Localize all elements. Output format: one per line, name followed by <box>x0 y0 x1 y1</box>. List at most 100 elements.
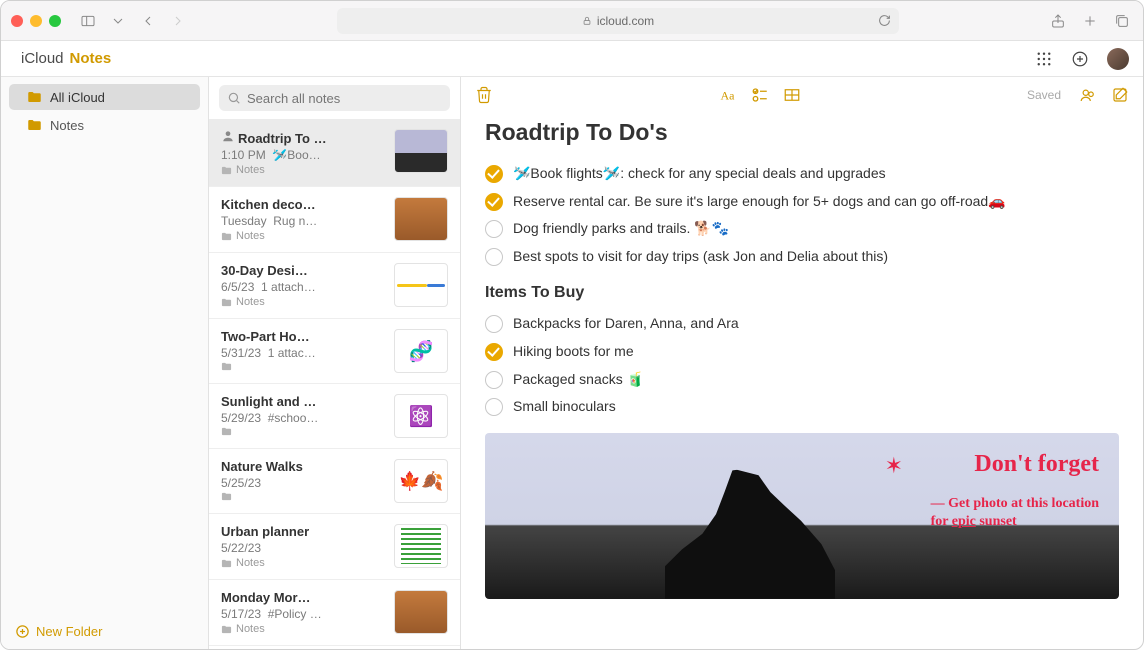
cyclist-silhouette <box>665 469 835 599</box>
close-window-button[interactable] <box>11 15 23 27</box>
note-list-item[interactable]: Urban planner5/22/23 Notes <box>209 514 460 580</box>
note-toolbar: Aa Saved <box>461 77 1143 113</box>
note-item-subtitle: 1:10 PM 🛩️Boo… <box>221 148 384 162</box>
checklist-text: Hiking boots for me <box>513 342 634 362</box>
trash-icon[interactable] <box>475 86 493 104</box>
new-folder-button[interactable]: New Folder <box>1 614 208 649</box>
share-icon[interactable] <box>1047 10 1069 32</box>
note-item-title: Roadtrip To … <box>221 129 384 146</box>
folder-all-icloud[interactable]: All iCloud <box>9 84 200 110</box>
search-input[interactable] <box>219 85 450 111</box>
note-thumbnail: ⚛️ <box>394 394 448 438</box>
app-brand[interactable]: iCloud Notes <box>15 50 111 67</box>
note-list-item[interactable]: Roadtrip To … 1:10 PM 🛩️Boo… Notes <box>209 119 460 187</box>
apps-grid-icon[interactable] <box>1035 50 1053 68</box>
note-item-folder: Notes <box>221 230 384 242</box>
note-list-item[interactable]: Monday Mor…5/17/23 #Policy …Notes <box>209 580 460 646</box>
format-icon[interactable]: Aa <box>719 86 737 104</box>
note-item-subtitle: 5/31/23 1 attac… <box>221 346 384 360</box>
folder-icon <box>221 232 232 241</box>
app-header: iCloud Notes <box>1 41 1143 77</box>
forward-button[interactable] <box>167 10 189 32</box>
note-item-title: 30-Day Desi… <box>221 263 384 278</box>
checklist-item[interactable]: 🛩️Book flights🛩️: check for any special … <box>485 160 1119 188</box>
checkbox[interactable] <box>485 371 503 389</box>
address-bar[interactable]: icloud.com <box>337 8 899 34</box>
brand-notes: Notes <box>70 50 112 67</box>
note-thumbnail <box>394 263 448 307</box>
note-item-title: Monday Mor… <box>221 590 384 605</box>
checklist-icon[interactable] <box>751 86 769 104</box>
note-attachment-image[interactable]: ✶ Don't forget — Get photo at this locat… <box>485 433 1119 599</box>
checklist-text: 🛩️Book flights🛩️: check for any special … <box>513 164 886 184</box>
note-item-subtitle: 5/17/23 #Policy … <box>221 607 384 621</box>
note-item-title: Kitchen deco… <box>221 197 384 212</box>
note-thumbnail <box>394 524 448 568</box>
checkbox[interactable] <box>485 220 503 238</box>
folder-icon <box>221 298 232 307</box>
note-item-folder <box>221 492 384 501</box>
note-item-folder: Notes <box>221 164 384 176</box>
note-item-subtitle: 5/22/23 <box>221 541 384 555</box>
checkbox[interactable] <box>485 343 503 361</box>
window-controls <box>11 15 61 27</box>
note-list-item[interactable]: 30-Day Desi…6/5/23 1 attach…Notes <box>209 253 460 319</box>
note-list-item[interactable]: Nature Walks5/25/23 🍁🍂 <box>209 449 460 514</box>
checklist-text: Backpacks for Daren, Anna, and Ara <box>513 314 739 334</box>
new-tab-icon[interactable] <box>1079 10 1101 32</box>
checklist-text: Packaged snacks 🧃 <box>513 370 644 390</box>
plus-circle-icon <box>15 624 30 639</box>
fullscreen-window-button[interactable] <box>49 15 61 27</box>
note-title: Roadtrip To Do's <box>485 119 1119 146</box>
checkbox[interactable] <box>485 398 503 416</box>
chevron-down-icon[interactable] <box>107 10 129 32</box>
lock-icon <box>582 16 592 26</box>
note-list-item[interactable]: Sunlight and …5/29/23 #schoo…⚛️ <box>209 384 460 449</box>
folder-icon <box>221 559 232 568</box>
folder-icon <box>221 625 232 634</box>
compose-icon[interactable] <box>1111 86 1129 104</box>
note-item-folder <box>221 427 384 436</box>
shared-icon <box>221 129 235 143</box>
checklist-item[interactable]: Backpacks for Daren, Anna, and Ara <box>485 310 1119 338</box>
checkbox[interactable] <box>485 248 503 266</box>
folder-icon <box>221 492 232 501</box>
notes-list-column: Roadtrip To …1:10 PM 🛩️Boo…NotesKitchen … <box>209 77 461 649</box>
checklist-item[interactable]: Best spots to visit for day trips (ask J… <box>485 243 1119 271</box>
note-thumbnail: 🍁🍂 <box>394 459 448 503</box>
create-icon[interactable] <box>1071 50 1089 68</box>
sidebar-toggle-icon[interactable] <box>77 10 99 32</box>
checklist-text: Reserve rental car. Be sure it's large e… <box>513 192 1006 212</box>
note-thumbnail <box>394 590 448 634</box>
checklist-item[interactable]: Dog friendly parks and trails. 🐕🐾 <box>485 215 1119 243</box>
checklist-item[interactable]: Packaged snacks 🧃 <box>485 366 1119 394</box>
notes-list[interactable]: Roadtrip To …1:10 PM 🛩️Boo…NotesKitchen … <box>209 119 460 649</box>
checkbox[interactable] <box>485 165 503 183</box>
star-annotation-icon: ✶ <box>885 453 903 479</box>
note-list-item[interactable]: Kitchen deco…Tuesday Rug n…Notes <box>209 187 460 253</box>
collaborate-icon[interactable] <box>1079 86 1097 104</box>
account-avatar[interactable] <box>1107 48 1129 70</box>
note-item-title: Urban planner <box>221 524 384 539</box>
tabs-icon[interactable] <box>1111 10 1133 32</box>
folder-icon <box>221 427 232 436</box>
minimize-window-button[interactable] <box>30 15 42 27</box>
note-list-item[interactable]: Two-Part Ho… 5/31/23 1 attac… 🧬 <box>209 319 460 384</box>
table-icon[interactable] <box>783 86 801 104</box>
checklist-item[interactable]: Small binoculars <box>485 393 1119 421</box>
note-item-subtitle: 5/29/23 #schoo… <box>221 411 384 425</box>
note-body[interactable]: Roadtrip To Do's 🛩️Book flights🛩️: check… <box>461 113 1143 649</box>
checklist-item[interactable]: Hiking boots for me <box>485 338 1119 366</box>
back-button[interactable] <box>137 10 159 32</box>
folder-notes[interactable]: Notes <box>9 112 200 138</box>
note-item-subtitle: 6/5/23 1 attach… <box>221 280 384 294</box>
checkbox[interactable] <box>485 193 503 211</box>
checkbox[interactable] <box>485 315 503 333</box>
checklist-text: Small binoculars <box>513 397 616 417</box>
note-item-title: Two-Part Ho… <box>221 329 384 344</box>
checklist-item[interactable]: Reserve rental car. Be sure it's large e… <box>485 188 1119 216</box>
reload-icon[interactable] <box>878 14 891 27</box>
svg-text:Aa: Aa <box>720 89 735 103</box>
brand-icloud: iCloud <box>21 50 64 67</box>
note-thumbnail: 🧬 <box>394 329 448 373</box>
